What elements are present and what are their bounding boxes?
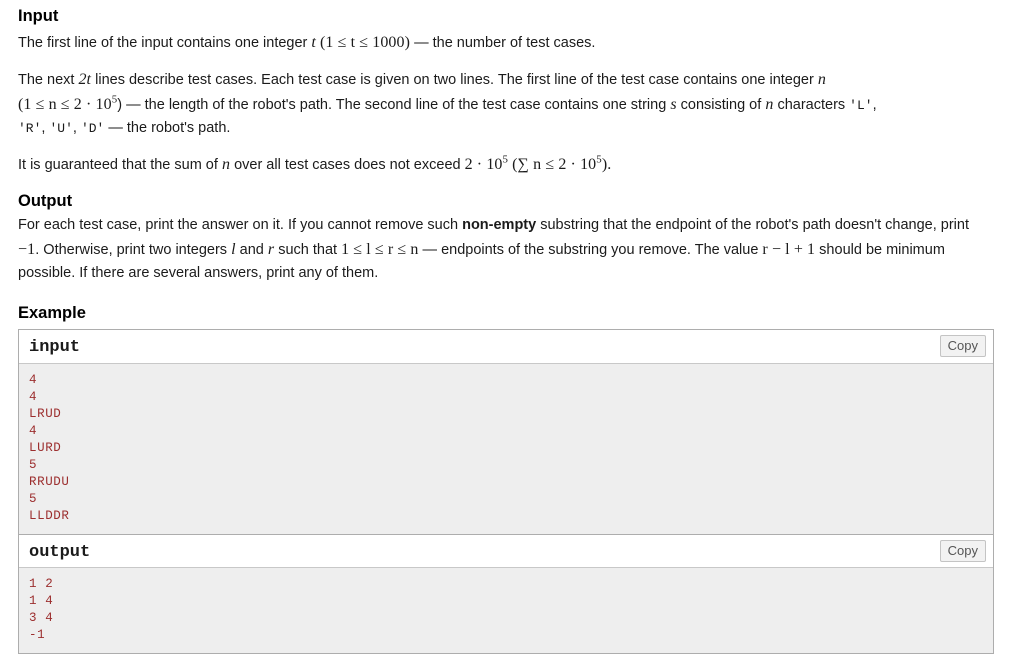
input-p2-a: The next: [18, 71, 79, 88]
sample-output-header: output Copy: [19, 534, 993, 569]
sample-input-header: input Copy: [19, 330, 993, 365]
sample-output-label: output: [29, 543, 91, 563]
input-p3-var-n: n: [221, 156, 231, 174]
output-paragraph: For each test case, print the answer on …: [18, 214, 994, 285]
sample-input-content: 4 4 LRUD 4 LURD 5 RRUDU 5 LLDDR: [19, 364, 993, 535]
output-section: Output For each test case, print the ans…: [18, 191, 994, 286]
sample-test-output: output Copy 1 2 1 4 3 4 -1: [19, 534, 993, 654]
input-p3-sum-close: ).: [601, 156, 612, 174]
problem-statement-page: Input The first line of the input contai…: [0, 0, 1012, 655]
input-p2-var-n: n: [817, 70, 826, 88]
output-expression: r − l + 1: [762, 241, 816, 259]
output-constraint-chain: 1 ≤ l ≤ r ≤ n: [341, 241, 419, 259]
input-p3-bound: 2 · 105: [464, 154, 509, 174]
input-paragraph-1: The first line of the input contains one…: [18, 30, 994, 55]
input-p2-f: characters: [773, 97, 850, 114]
input-p1-text-pre: The first line of the input contains one…: [18, 34, 312, 51]
input-p3-sum: (∑ n ≤ 2 · 105).: [512, 155, 612, 174]
input-p3-b: over all test cases does not exceed: [230, 157, 465, 174]
output-t6: — endpoints of the substring you remove.…: [418, 242, 763, 259]
input-section-title: Input: [18, 7, 59, 25]
input-p2-var-2t: 2t: [78, 70, 92, 88]
input-char-U: 'U': [49, 121, 73, 137]
output-value-minus-one: −1: [18, 241, 36, 259]
input-p3-bound-text: 2 · 10: [464, 156, 503, 174]
input-p2-sep1: ,: [872, 97, 877, 114]
input-paragraph-3: It is guaranteed that the sum of n over …: [18, 152, 994, 177]
input-p2-e: consisting of: [676, 97, 766, 114]
output-t1: For each test case, print the answer on …: [18, 217, 463, 234]
input-char-L: 'L': [849, 98, 873, 114]
copy-input-button[interactable]: Copy: [939, 335, 986, 358]
input-p2-b: lines describe test cases. Each test cas…: [91, 71, 818, 88]
input-p1-var-t: t: [311, 33, 316, 51]
sample-tests: input Copy 4 4 LRUD 4 LURD 5 RRUDU 5 LLD…: [18, 329, 994, 655]
output-section-title: Output: [18, 191, 73, 210]
copy-output-button[interactable]: Copy: [939, 540, 986, 563]
sample-input-label: input: [29, 338, 81, 358]
sample-output-content: 1 2 1 4 3 4 -1: [19, 568, 993, 654]
input-p3-a: It is guaranteed that the sum of: [18, 157, 222, 174]
output-t2: substring that the endpoint of the robot…: [536, 217, 969, 234]
input-p1-text-post: — the number of test cases.: [410, 34, 596, 51]
input-p2-h: — the robot's path.: [104, 120, 231, 137]
sample-test-input: input Copy 4 4 LRUD 4 LURD 5 RRUDU 5 LLD…: [19, 330, 993, 535]
input-p3-bound-exp: 5: [502, 154, 509, 166]
input-p2-constraint-text: (1 ≤ n ≤ 2 · 10: [18, 96, 112, 114]
input-p2-constraint-n: (1 ≤ n ≤ 2 · 105: [18, 94, 117, 114]
output-t4: and: [235, 242, 268, 259]
output-t5: such that: [274, 242, 342, 259]
input-p2-sep3: ,: [72, 120, 81, 137]
output-t3: . Otherwise, print two integers: [35, 242, 232, 259]
input-char-D: 'D': [80, 121, 105, 137]
input-p3-sum-text: (∑ n ≤ 2 · 10: [512, 156, 597, 174]
input-char-R: 'R': [18, 121, 42, 137]
input-section: Input The first line of the input contai…: [18, 6, 994, 178]
example-section-title: Example: [18, 304, 86, 323]
output-bold-non-empty: non-empty: [462, 217, 537, 234]
input-paragraph-2: The next 2t lines describe test cases. E…: [18, 67, 994, 140]
input-p2-d: ) — the length of the robot's path. The …: [117, 97, 671, 114]
input-p1-constraint: (1 ≤ t ≤ 1000): [319, 33, 411, 51]
